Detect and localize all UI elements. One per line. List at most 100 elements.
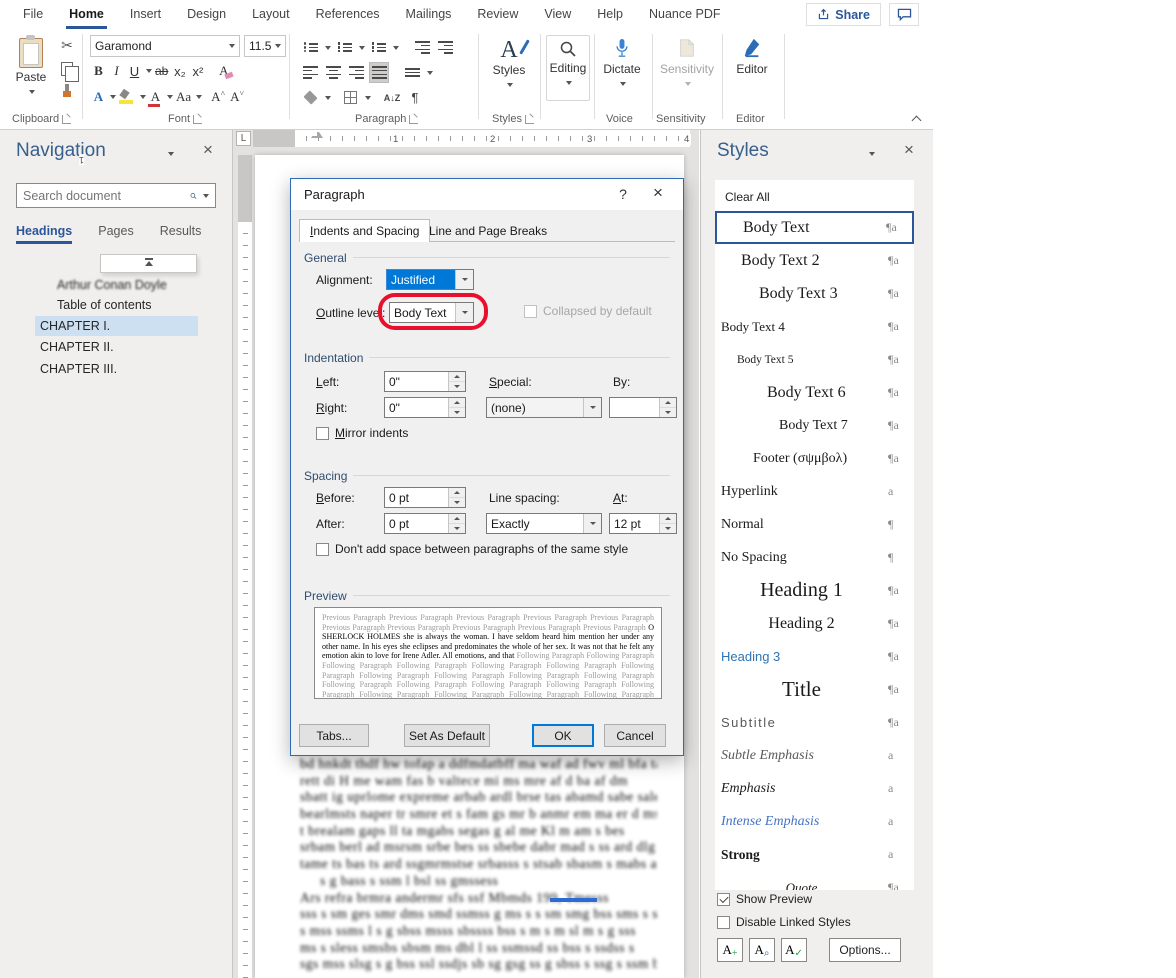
sort-button[interactable]: A↓Z <box>382 87 402 108</box>
font-name-combo[interactable]: Garamond <box>90 35 240 57</box>
alignment-dropdown-arrow[interactable] <box>455 270 473 289</box>
style-item[interactable]: Strong a <box>715 838 914 871</box>
style-item[interactable]: Heading 1 ¶a <box>715 574 914 607</box>
shading-arrow[interactable] <box>325 96 331 100</box>
after-spinner[interactable] <box>448 514 465 533</box>
alignment-dropdown[interactable]: Justified <box>386 269 474 290</box>
align-right-button[interactable] <box>346 62 366 83</box>
subscript-button[interactable]: x₂ <box>171 61 188 81</box>
line-spacing-dropdown[interactable]: Exactly <box>486 513 602 534</box>
bold-button[interactable]: B <box>90 61 107 81</box>
style-item[interactable]: Title ¶a <box>715 673 914 706</box>
vertical-ruler[interactable]: 1234567 <box>238 155 252 978</box>
text-effects-button[interactable]: A <box>90 87 107 107</box>
tab-stop-selector[interactable]: L <box>236 131 251 146</box>
dictate-button[interactable]: Dictate <box>598 37 646 90</box>
multilevel-list-button[interactable] <box>368 37 388 58</box>
clipboard-dialog-launcher[interactable] <box>62 115 71 124</box>
align-center-button[interactable] <box>323 62 343 83</box>
cancel-button[interactable]: Cancel <box>604 724 666 747</box>
styles-dialog-launcher[interactable] <box>525 115 534 124</box>
by-field[interactable] <box>609 397 677 418</box>
style-item[interactable]: Body Text ¶a <box>715 211 914 244</box>
manage-styles-button[interactable]: A✓ <box>781 938 807 962</box>
numbering-arrow[interactable] <box>359 46 365 50</box>
navigation-heading-item[interactable]: CHAPTER III. <box>35 359 117 379</box>
style-item[interactable]: Emphasis a <box>715 772 914 805</box>
navigation-heading-item[interactable]: Arthur Conan Doyle <box>52 275 167 295</box>
collapse-ribbon-chevron[interactable] <box>912 116 922 126</box>
after-field[interactable]: 0 pt <box>384 513 466 534</box>
tab-line-and-page-breaks[interactable]: Line and Page Breaks <box>419 220 557 242</box>
cut-icon[interactable]: ✂ <box>61 37 73 54</box>
line-spacing-dropdown-arrow[interactable] <box>583 514 601 533</box>
borders-arrow[interactable] <box>365 96 371 100</box>
style-inspector-button[interactable]: A⌕ <box>749 938 775 962</box>
clear-formatting-button[interactable]: A <box>215 61 232 81</box>
tab-indents-and-spacing[interactable]: Indents and Spacing <box>299 219 430 242</box>
change-case-button[interactable]: Aa <box>174 87 193 107</box>
style-item[interactable]: Heading 2 ¶a <box>715 607 914 640</box>
styles-pane-close-icon[interactable]: × <box>904 140 914 160</box>
bullets-button[interactable] <box>300 37 320 58</box>
style-item[interactable]: No Spacing ¶ <box>715 541 914 574</box>
paste-button[interactable]: Paste <box>10 35 52 111</box>
style-item[interactable]: Body Text 6 ¶a <box>715 376 914 409</box>
tabs-button[interactable]: Tabs... <box>299 724 369 747</box>
format-painter-icon[interactable] <box>60 84 74 98</box>
style-item[interactable]: Intense Emphasis a <box>715 805 914 838</box>
disable-linked-styles-checkbox[interactable] <box>717 916 730 929</box>
style-item[interactable]: Footer (σψμβολ) ¶a <box>715 442 914 475</box>
navigation-tab[interactable]: Pages <box>98 224 133 244</box>
style-item[interactable]: Normal ¶ <box>715 508 914 541</box>
navigation-heading-item[interactable]: CHAPTER II. <box>35 337 114 357</box>
paragraph-dialog-launcher[interactable] <box>409 115 418 124</box>
styles-gallery-button[interactable]: A Styles <box>484 37 534 91</box>
font-color-arrow[interactable] <box>167 95 173 99</box>
dialog-help-button[interactable]: ? <box>613 186 633 202</box>
style-item[interactable]: Quote ¶a <box>715 871 914 890</box>
copy-icon[interactable] <box>61 62 73 76</box>
justify-button[interactable] <box>369 62 389 83</box>
style-item[interactable]: Body Text 5 ¶a <box>715 343 914 376</box>
show-hide-pilcrow-button[interactable]: ¶ <box>405 87 425 108</box>
horizontal-ruler[interactable]: 1234 <box>253 130 690 147</box>
strikethrough-button[interactable]: ab <box>153 61 170 81</box>
line-spacing-button[interactable] <box>402 62 422 83</box>
ribbon-tab[interactable]: File <box>10 0 56 29</box>
ribbon-tab[interactable]: Design <box>174 0 239 29</box>
font-color-button[interactable]: A <box>147 87 164 107</box>
new-style-button[interactable]: A+ <box>717 938 743 962</box>
highlight-arrow[interactable] <box>140 95 146 99</box>
style-item[interactable]: Body Text 3 ¶a <box>715 277 914 310</box>
ribbon-tab[interactable]: Review <box>464 0 531 29</box>
navigation-heading-item[interactable]: Table of contents <box>52 295 152 315</box>
indent-right-spinner[interactable] <box>448 398 465 417</box>
navigation-tab[interactable]: Results <box>160 224 202 244</box>
ribbon-tab[interactable]: Help <box>584 0 636 29</box>
ribbon-tab[interactable]: Insert <box>117 0 174 29</box>
editing-button[interactable]: Editing <box>546 35 590 101</box>
decrease-indent-button[interactable] <box>412 37 432 58</box>
ribbon-tab[interactable]: References <box>303 0 393 29</box>
superscript-button[interactable]: x² <box>189 61 206 81</box>
set-as-default-button[interactable]: Set As Default <box>404 724 490 747</box>
special-dropdown-arrow[interactable] <box>583 398 601 417</box>
ribbon-tab[interactable]: Nuance PDF <box>636 0 734 29</box>
styles-options-button[interactable]: Options... <box>829 938 901 962</box>
share-button[interactable]: Share <box>806 3 881 26</box>
font-dialog-launcher[interactable] <box>193 115 202 124</box>
style-item[interactable]: Body Text 7 ¶a <box>715 409 914 442</box>
multilevel-arrow[interactable] <box>393 46 399 50</box>
align-left-button[interactable] <box>300 62 320 83</box>
editor-button[interactable]: Editor <box>728 37 776 76</box>
navigation-tab[interactable]: Headings <box>16 224 72 244</box>
shrink-font-button[interactable]: A˅ <box>228 87 246 107</box>
hyperlink-underline[interactable] <box>550 898 597 902</box>
before-field[interactable]: 0 pt <box>384 487 466 508</box>
change-case-arrow[interactable] <box>196 95 202 99</box>
clear-all-item[interactable]: Clear All <box>725 190 770 204</box>
styles-pane-menu-arrow[interactable] <box>869 152 875 156</box>
navigation-pane-close-icon[interactable]: × <box>203 140 213 160</box>
search-icon[interactable] <box>190 189 197 203</box>
